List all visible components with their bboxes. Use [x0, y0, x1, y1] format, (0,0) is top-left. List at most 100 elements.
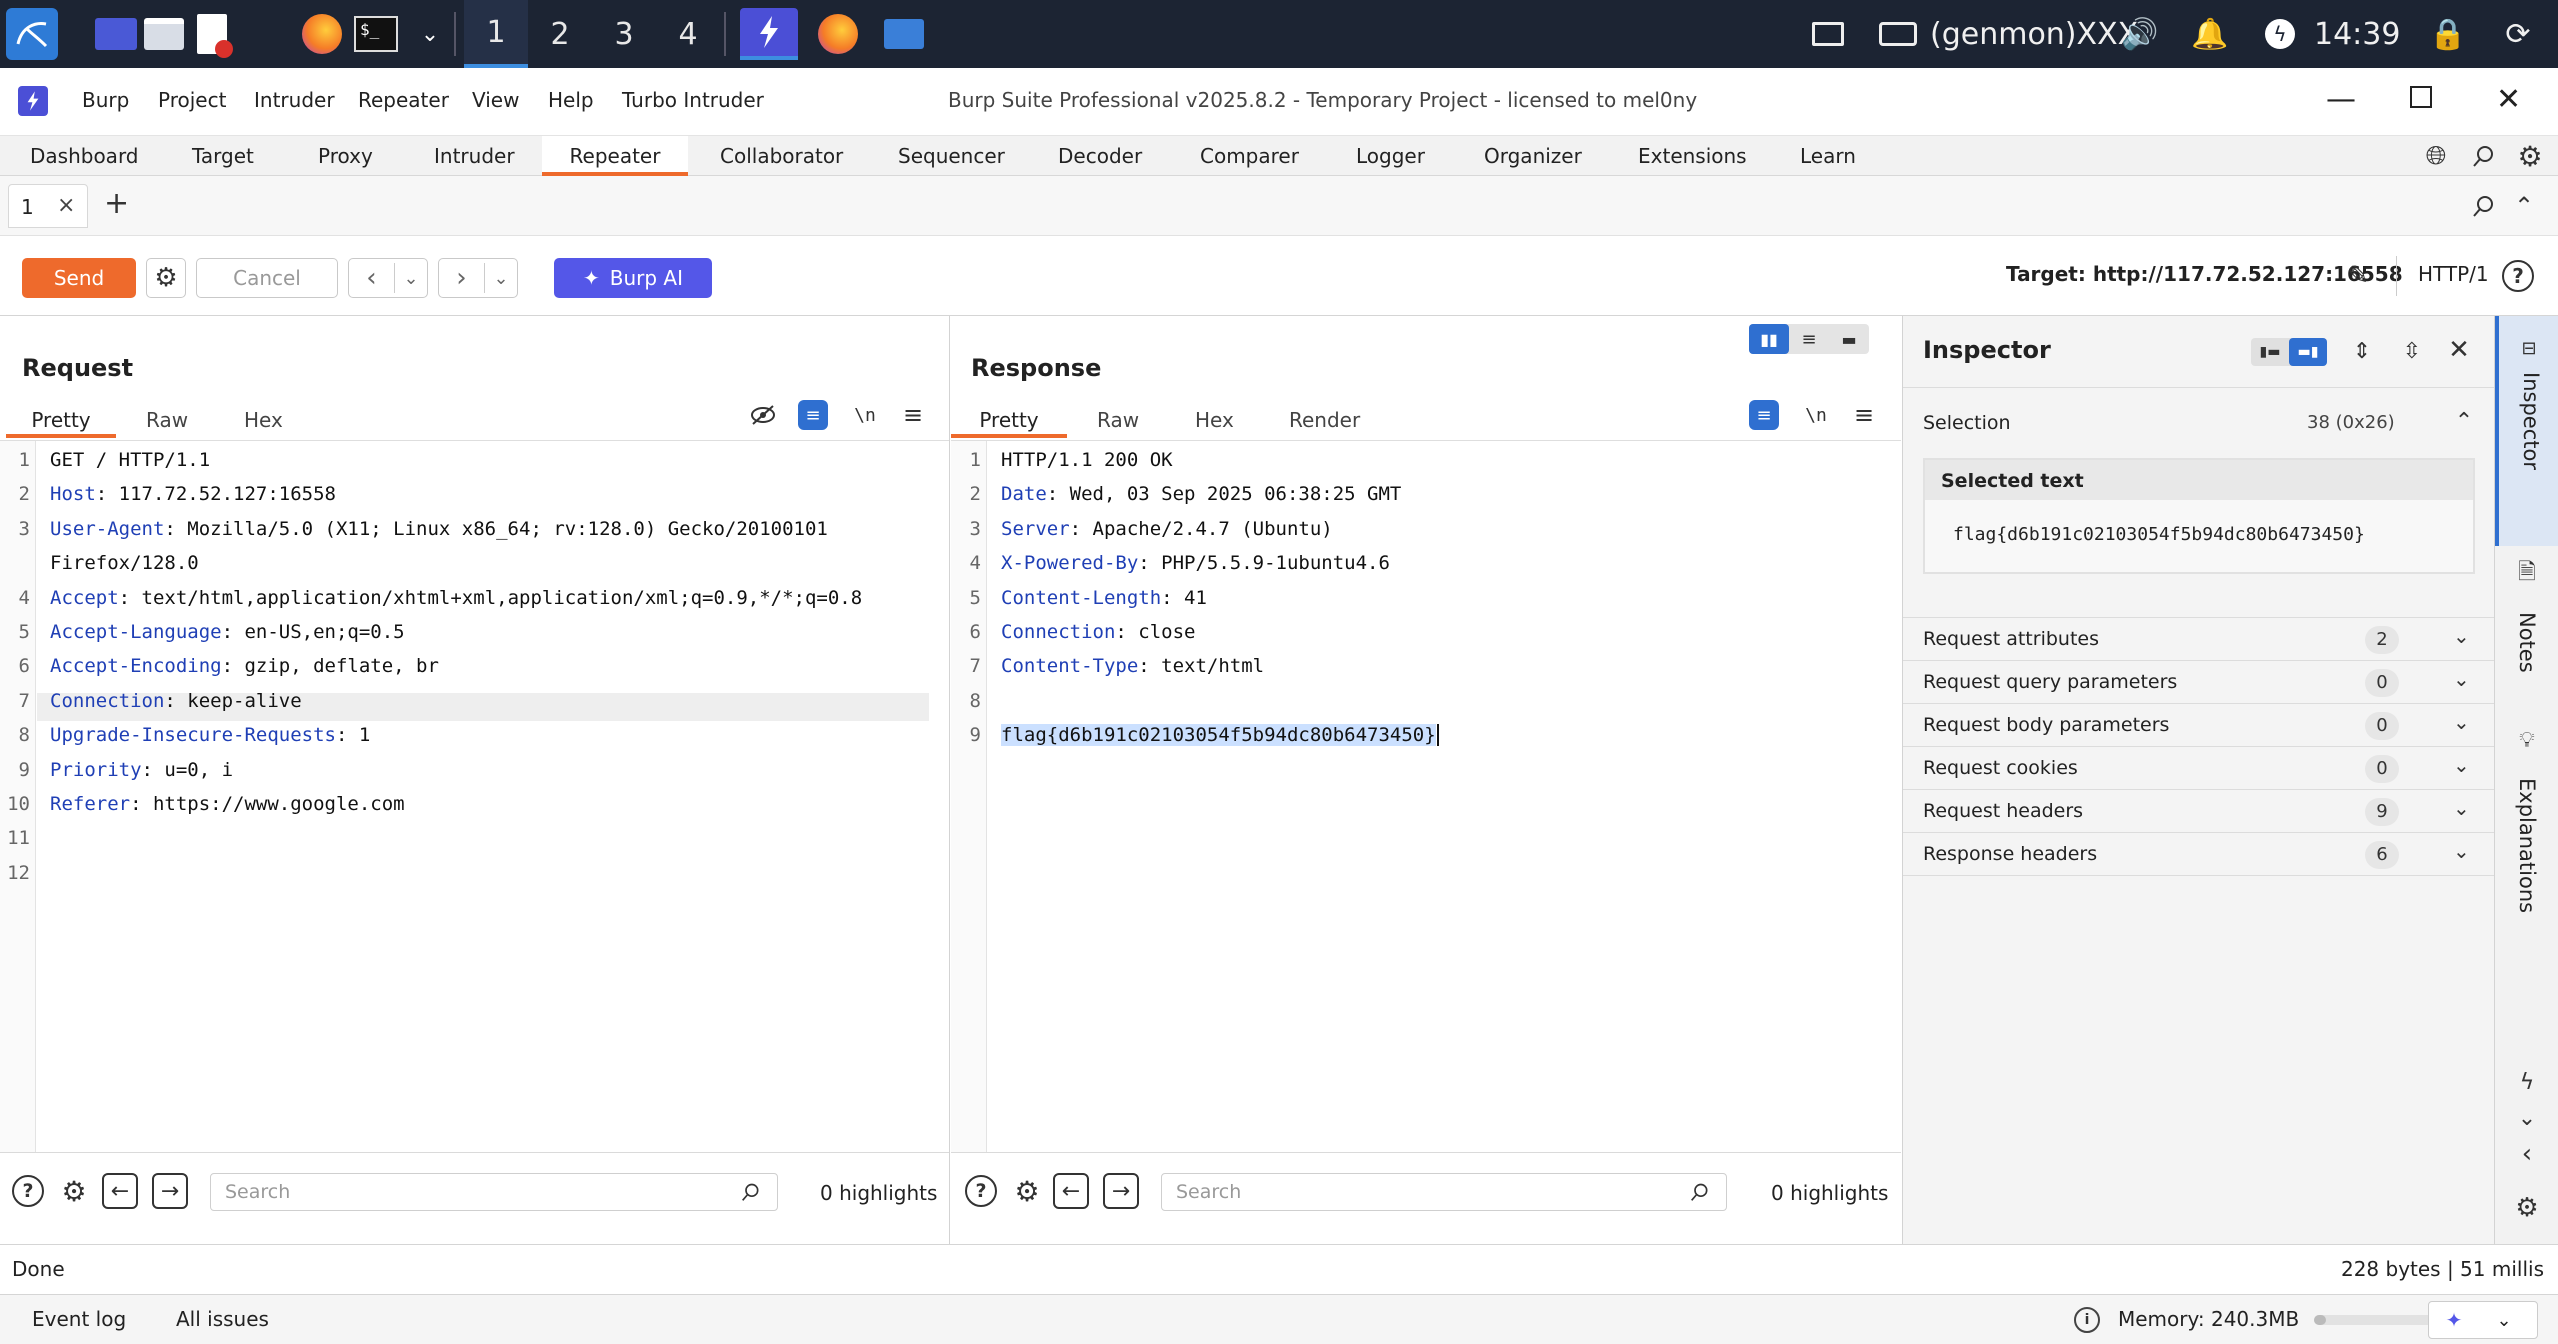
search-settings-gear-icon[interactable]: ⚙ [1009, 1173, 1045, 1209]
code-line[interactable]: flag{d6b191c02103054f5b94dc80b6473450} [1001, 724, 1439, 747]
previous-match-arrow-icon[interactable]: ← [1053, 1173, 1089, 1209]
code-line[interactable]: GET / HTTP/1.1 [50, 449, 210, 471]
all-issues-link[interactable]: All issues [176, 1307, 269, 1331]
cancel-button[interactable]: Cancel [196, 258, 338, 298]
volume-icon[interactable]: 🔊 [2120, 0, 2160, 68]
newline-toggle-icon[interactable]: \n [850, 400, 880, 430]
tab-learn[interactable]: Learn [1790, 136, 1866, 176]
chevron-down-icon[interactable]: ⌄ [2453, 839, 2470, 863]
next-match-arrow-icon[interactable]: → [152, 1173, 188, 1209]
text-editor-icon[interactable] [186, 8, 238, 60]
tab-proxy[interactable]: Proxy [308, 136, 383, 176]
inspector-row[interactable]: Request cookies 0 ⌄ [1903, 747, 2495, 790]
workspace-2[interactable]: 2 [528, 0, 592, 68]
code-line[interactable]: Priority: u=0, i [50, 759, 233, 781]
request-tab-raw[interactable]: Raw [146, 402, 188, 438]
settings-gear-icon[interactable]: ⚙ [2514, 140, 2546, 173]
response-tab-hex[interactable]: Hex [1195, 402, 1234, 438]
files-task-icon[interactable] [878, 8, 930, 60]
menu-view[interactable]: View [472, 88, 519, 112]
menu-intruder[interactable]: Intruder [254, 88, 335, 112]
code-line[interactable]: Content-Length: 41 [1001, 587, 1207, 609]
chevron-left-icon[interactable]: ‹ [2511, 1138, 2543, 1170]
side-tab-explanations[interactable]: 💡︎ Explanations [2495, 716, 2558, 926]
tab-decoder[interactable]: Decoder [1048, 136, 1152, 176]
menu-burp[interactable]: Burp [82, 88, 129, 112]
word-wrap-icon[interactable]: ≡ [1749, 400, 1779, 430]
repeater-tab-1[interactable]: 1 × [8, 184, 88, 228]
send-settings-gear-icon[interactable]: ⚙ [146, 258, 186, 298]
code-line[interactable]: Content-Type: text/html [1001, 655, 1264, 677]
tab-repeater[interactable]: Repeater [542, 136, 688, 176]
chevron-down-icon[interactable]: ⌄ [2453, 667, 2470, 691]
response-tab-render[interactable]: Render [1289, 402, 1360, 438]
code-line[interactable]: Accept-Encoding: gzip, deflate, br [50, 655, 439, 677]
layout-tabs-icon[interactable]: ▬ [1829, 324, 1869, 354]
clock[interactable]: 14:39 [2314, 0, 2400, 68]
file-manager-icon[interactable] [138, 8, 190, 60]
firefox-task-icon[interactable] [812, 8, 864, 60]
tab-organizer[interactable]: Organizer [1474, 136, 1592, 176]
previous-match-arrow-icon[interactable]: ← [102, 1173, 138, 1209]
chevron-down-icon[interactable]: ⌄ [2453, 710, 2470, 734]
close-window-icon[interactable]: ✕ [2496, 82, 2521, 117]
edit-target-pencil-icon[interactable]: ✎ [2340, 258, 2376, 294]
http-version-selector[interactable]: HTTP/1 [2418, 262, 2489, 286]
logout-icon[interactable]: ⟳ [2498, 0, 2538, 68]
tab-intruder[interactable]: Intruder [424, 136, 525, 176]
tab-dashboard[interactable]: Dashboard [20, 136, 149, 176]
ai-menu-button[interactable]: ✦ ⌄ [2428, 1301, 2538, 1339]
menu-turbo-intruder[interactable]: Turbo Intruder [622, 88, 764, 112]
kali-menu-icon[interactable] [6, 8, 58, 60]
side-tab-inspector[interactable]: ⊟ Inspector [2495, 316, 2558, 546]
code-line[interactable]: Connection: keep-alive [50, 690, 302, 712]
info-icon[interactable]: i [2074, 1307, 2100, 1333]
search-settings-gear-icon[interactable]: ⚙ [56, 1173, 92, 1209]
code-line[interactable]: Host: 117.72.52.127:16558 [50, 483, 336, 505]
workspace-1[interactable]: 1 [464, 0, 528, 68]
event-log-link[interactable]: Event log [32, 1307, 126, 1331]
code-line[interactable]: Referer: https://www.google.com [50, 793, 405, 815]
menu-help[interactable]: Help [548, 88, 594, 112]
desktop-icon[interactable] [90, 8, 142, 60]
settings-gear-icon[interactable]: ⚙ [2511, 1192, 2543, 1224]
add-tab-icon[interactable]: + [104, 186, 129, 221]
tab-extensions[interactable]: Extensions [1628, 136, 1757, 176]
tab-collaborator[interactable]: Collaborator [710, 136, 853, 176]
newline-toggle-icon[interactable]: \n [1801, 400, 1831, 430]
expand-all-icon[interactable]: ⇕ [2347, 336, 2377, 366]
layout-right-icon[interactable]: ▬▮ [2289, 338, 2327, 366]
firefox-icon[interactable] [296, 8, 348, 60]
globe-icon[interactable]: 🌐︎ [2420, 140, 2452, 172]
tab-target[interactable]: Target [182, 136, 264, 176]
layout-left-icon[interactable]: ▮▬ [2251, 338, 2289, 366]
chevron-down-icon[interactable]: ⌄ [404, 8, 456, 60]
selected-text-value[interactable]: flag{d6b191c02103054f5b94dc80b6473450} [1953, 524, 2365, 545]
code-line[interactable]: X-Powered-By: PHP/5.5.9-1ubuntu4.6 [1001, 552, 1390, 574]
history-back-button[interactable]: ‹ ⌄ [348, 258, 428, 298]
word-wrap-icon[interactable]: ≡ [798, 400, 828, 430]
tab-logger[interactable]: Logger [1346, 136, 1435, 176]
help-icon[interactable]: ? [12, 1175, 44, 1207]
collapse-icon[interactable]: ⌃ [2508, 190, 2540, 222]
pane-menu-icon[interactable]: ≡ [898, 400, 928, 430]
inspector-row[interactable]: Request body parameters 0 ⌄ [1903, 704, 2495, 747]
layout-stacked-icon[interactable]: ≡ [1789, 324, 1829, 354]
search-icon[interactable] [2468, 140, 2500, 172]
history-forward-button[interactable]: › ⌄ [438, 258, 518, 298]
inspector-row[interactable]: Request attributes 2 ⌄ [1903, 618, 2495, 661]
search-tabs-icon[interactable] [2468, 190, 2500, 222]
response-search-input[interactable]: Search [1161, 1173, 1727, 1211]
code-line[interactable]: Date: Wed, 03 Sep 2025 06:38:25 GMT [1001, 483, 1401, 505]
burp-task-icon[interactable] [740, 8, 798, 60]
next-match-arrow-icon[interactable]: → [1103, 1173, 1139, 1209]
terminal-icon[interactable]: $_ [350, 8, 402, 60]
response-tab-pretty[interactable]: Pretty [951, 402, 1067, 438]
inspector-row[interactable]: Request query parameters 0 ⌄ [1903, 661, 2495, 704]
code-line[interactable]: Server: Apache/2.4.7 (Ubuntu) [1001, 518, 1333, 540]
minimize-icon[interactable]: — [2326, 82, 2356, 117]
code-line[interactable]: User-Agent: Mozilla/5.0 (X11; Linux x86_… [50, 518, 828, 540]
menu-repeater[interactable]: Repeater [358, 88, 449, 112]
inspector-row[interactable]: Request headers 9 ⌄ [1903, 790, 2495, 833]
code-line[interactable]: Connection: close [1001, 621, 1195, 643]
